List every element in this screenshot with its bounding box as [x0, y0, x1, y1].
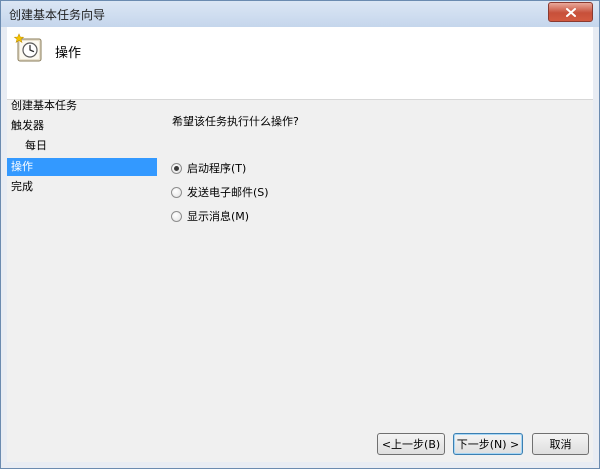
action-question: 希望该任务执行什么操作?: [172, 115, 299, 128]
option-label[interactable]: 发送电子邮件(S): [187, 184, 269, 200]
step-action[interactable]: 操作: [7, 158, 157, 176]
option-send-email[interactable]: 发送电子邮件(S): [171, 184, 269, 200]
close-icon: [565, 7, 576, 17]
close-button[interactable]: [548, 2, 593, 22]
title-bar[interactable]: 创建基本任务向导: [1, 1, 599, 27]
radio-send-email[interactable]: [171, 186, 182, 198]
option-label[interactable]: 启动程序(T): [187, 160, 246, 176]
step-finish[interactable]: 完成: [7, 178, 157, 196]
radio-show-message[interactable]: [171, 210, 182, 222]
step-create-basic-task[interactable]: 创建基本任务: [7, 97, 157, 115]
clock-task-icon: [13, 33, 42, 62]
option-start-program[interactable]: 启动程序(T): [171, 160, 246, 176]
step-trigger[interactable]: 触发器: [7, 117, 157, 135]
cancel-button[interactable]: 取消: [532, 433, 589, 455]
wizard-content: 创建基本任务 触发器 每日 操作 完成 希望该任务执行什么操作? 启动程序(T)…: [7, 97, 593, 462]
option-label[interactable]: 显示消息(M): [187, 208, 249, 224]
option-show-message[interactable]: 显示消息(M): [171, 208, 249, 224]
radio-start-program[interactable]: [171, 162, 182, 174]
next-button[interactable]: 下一步(N) >: [453, 433, 523, 455]
window-title: 创建基本任务向导: [9, 8, 106, 22]
step-daily[interactable]: 每日: [7, 137, 157, 155]
page-title: 操作: [55, 46, 82, 61]
wizard-header: 操作: [7, 27, 593, 100]
wizard-window: 创建基本任务向导 操作 创建基本任务 触发器 每日 操作 完成 希望该任务执行什…: [0, 0, 600, 469]
back-button[interactable]: <上一步(B): [377, 433, 445, 455]
